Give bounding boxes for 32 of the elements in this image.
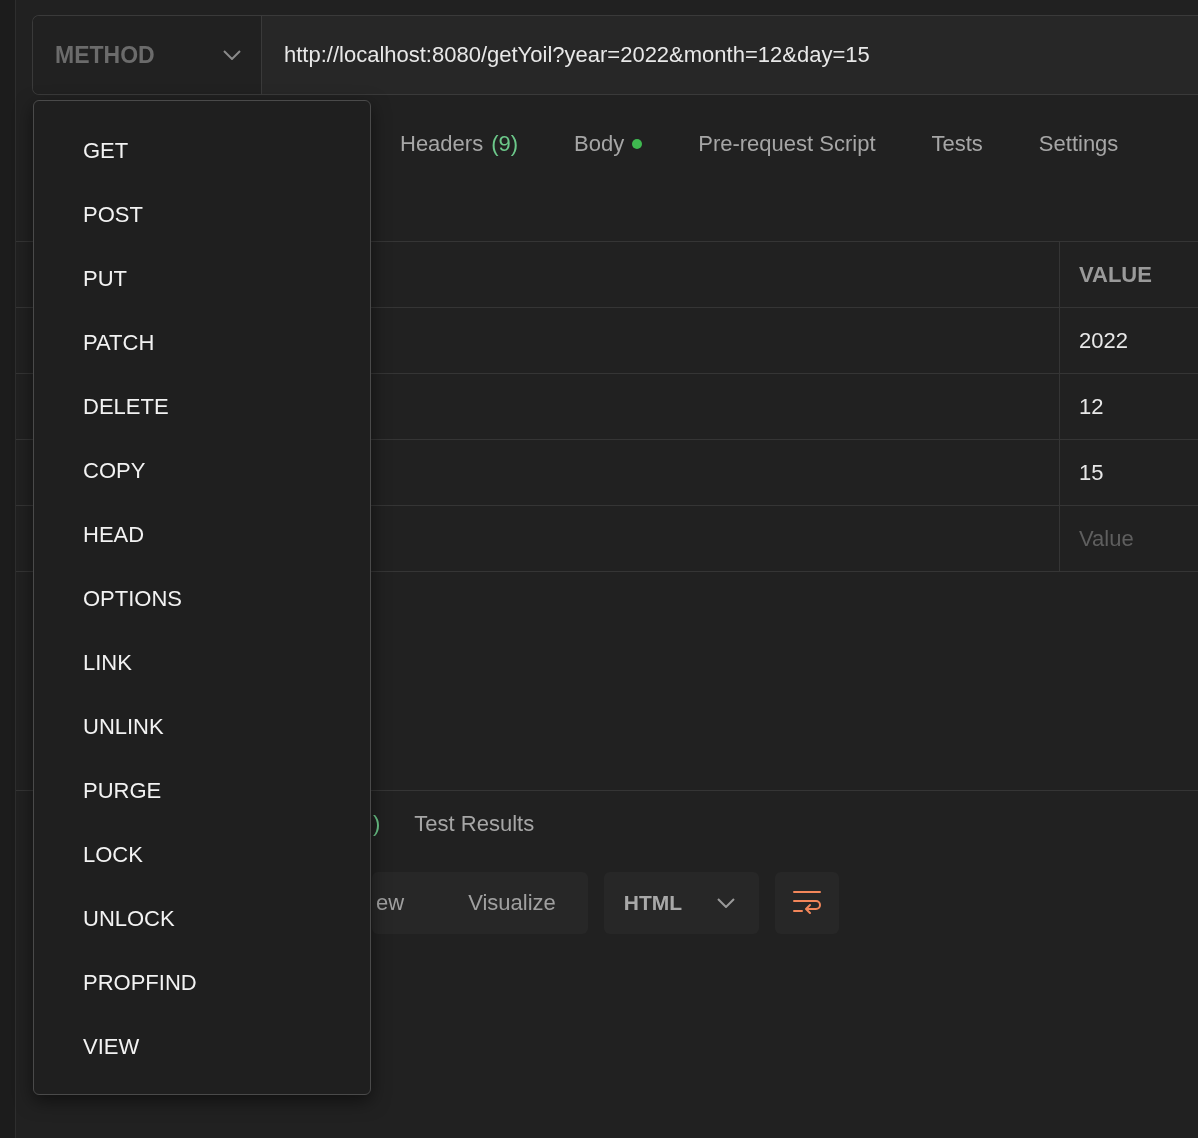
view-mode-option[interactable]: ew bbox=[376, 890, 405, 916]
menu-item[interactable]: POST bbox=[34, 183, 143, 247]
menu-item[interactable]: PURGE bbox=[34, 759, 162, 823]
response-tab[interactable]: ) bbox=[373, 811, 381, 837]
request-tab[interactable]: Body bbox=[574, 131, 643, 157]
menu-item[interactable]: VIEW bbox=[34, 1015, 140, 1079]
response-tab[interactable]: Test Results bbox=[414, 811, 535, 837]
menu-item[interactable]: OPTIONS bbox=[34, 567, 182, 631]
request-tab[interactable]: Pre-request Script bbox=[698, 131, 876, 157]
request-tab[interactable]: Tests bbox=[931, 131, 983, 157]
table-cell[interactable]: 12 bbox=[1060, 374, 1198, 439]
column-header: VALUE bbox=[1078, 260, 1153, 289]
menu-item[interactable]: UNLINK bbox=[34, 695, 164, 759]
table-cell[interactable]: 15 bbox=[1060, 440, 1198, 505]
menu-item[interactable]: PATCH bbox=[34, 311, 155, 375]
menu-item[interactable]: LOCK bbox=[34, 823, 143, 887]
chevron-down-icon bbox=[716, 898, 735, 908]
menu-item[interactable]: UNLOCK bbox=[34, 887, 175, 951]
table-cell[interactable]: 2022 bbox=[1060, 308, 1198, 373]
wrap-lines-button[interactable] bbox=[774, 872, 839, 934]
menu-item[interactable]: GET bbox=[34, 119, 129, 183]
format-select[interactable]: HTML bbox=[603, 872, 759, 934]
menu-item[interactable]: LINK bbox=[34, 631, 132, 695]
request-tab[interactable]: Headers (9) bbox=[400, 131, 519, 157]
menu-item[interactable]: PUT bbox=[34, 247, 127, 311]
wrap-lines-icon bbox=[791, 889, 822, 917]
view-mode-option[interactable]: Visualize bbox=[468, 890, 556, 916]
menu-item[interactable]: DELETE bbox=[34, 375, 169, 439]
menu-item[interactable]: HEAD bbox=[34, 503, 145, 567]
request-tab[interactable]: Settings bbox=[1038, 131, 1119, 157]
menu-item[interactable]: COPY bbox=[34, 439, 146, 503]
menu-item[interactable]: PROPFIND bbox=[34, 951, 197, 1015]
